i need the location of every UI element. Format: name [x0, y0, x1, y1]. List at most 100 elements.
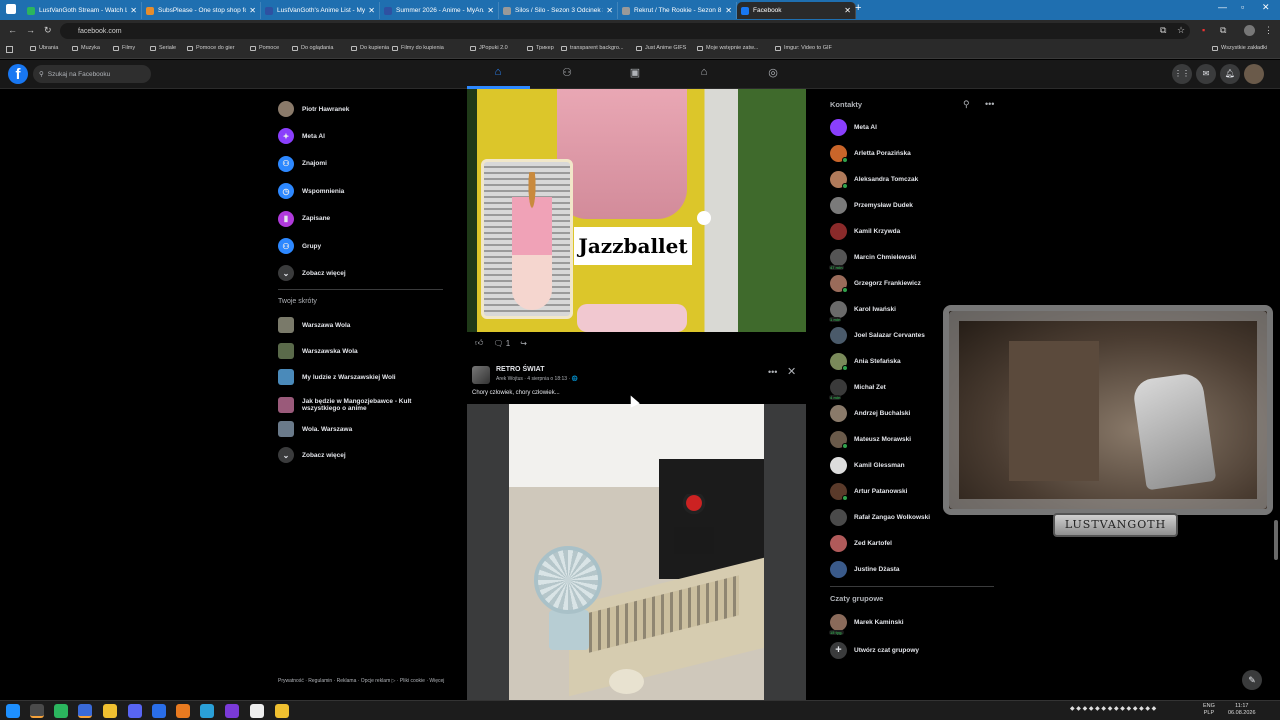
bookmark-item[interactable]: Filmy do kupienia [392, 45, 444, 51]
new-tab-button[interactable]: + [855, 2, 861, 14]
shortcut-item[interactable]: Wola. Warszawa [278, 418, 443, 440]
close-window-icon[interactable]: ✕ [1262, 2, 1270, 13]
shortcut-item[interactable]: Warszawska Wola [278, 340, 443, 362]
contacts-search-icon[interactable]: ⚲ [963, 99, 970, 110]
language-indicator[interactable]: ENG PLP [1203, 703, 1215, 717]
browser-tab[interactable]: LustVanGoth's Anime List - My... ✕ [261, 2, 380, 19]
contact-item[interactable]: Justine Dżasta [830, 558, 990, 580]
contact-item[interactable]: Arletta Porazińska [830, 142, 990, 164]
chrome-icon[interactable] [30, 704, 44, 718]
tab-close-icon[interactable]: ✕ [249, 6, 256, 15]
comment-icon[interactable]: 🗨︎ 1 [493, 339, 510, 348]
browser-tab[interactable]: Silos / Silo - Sezon 3 Odcinek 3... ✕ [499, 2, 618, 19]
contact-item[interactable]: Aleksandra Tomczak [830, 168, 990, 190]
group-chat-item[interactable]: 15 tyg. Marek Kaminski [829, 611, 990, 635]
discord-icon[interactable] [128, 704, 142, 718]
profile-icon[interactable] [1244, 25, 1255, 36]
tab-close-icon[interactable]: ✕ [725, 6, 732, 15]
home-icon[interactable]: ⌂ [489, 66, 507, 82]
friends-nav-icon[interactable]: ⚇ [558, 66, 576, 82]
bookmark-item[interactable]: Moje wstępnie zatw... [697, 45, 758, 51]
browser-tab[interactable]: Rekrut / The Rookie - Sezon 8 ... ✕ [618, 2, 737, 19]
clock[interactable]: 11:17 06.08.2026 [1228, 703, 1256, 717]
bookmark-item[interactable]: transparent backgro... [561, 45, 624, 51]
tab-close-icon[interactable]: ✕ [130, 6, 137, 15]
browser-tab[interactable]: LustVanGoth Stream - Watch L... ✕ [23, 2, 142, 19]
create-group-chat-button[interactable]: + Utwórz czat grupowy [830, 639, 990, 661]
browser-tab[interactable]: SubsPlease - One stop shop fo... ✕ [142, 2, 261, 19]
sidebar-item[interactable]: ▮ Zapisane [278, 208, 443, 230]
extensions-icon[interactable]: ⧉ [1220, 25, 1226, 36]
page-avatar[interactable] [472, 366, 490, 384]
notifications-icon[interactable]: 🔔︎ [1220, 64, 1240, 84]
bookmark-item[interactable]: Just Anime GIFS [636, 45, 686, 51]
contact-item[interactable]: Grzegorz Frankiewicz [830, 272, 990, 294]
explorer-icon[interactable] [275, 704, 289, 718]
app3-icon[interactable] [250, 704, 264, 718]
back-icon[interactable]: ← [8, 25, 17, 35]
contact-item[interactable]: Kamil Krzywda [830, 220, 990, 242]
bookmark-item[interactable]: Do kupienia [351, 45, 389, 51]
tab-close-icon[interactable]: ✕ [844, 6, 851, 15]
vlc-icon[interactable] [176, 704, 190, 718]
menu-grid-icon[interactable]: ⋮⋮ [1172, 64, 1192, 84]
bookmark-item[interactable]: Ubrania [30, 45, 58, 51]
obs-icon[interactable] [225, 704, 239, 718]
share-icon[interactable]: ↪ [520, 339, 527, 348]
contact-item[interactable]: 47 min Marcin Chmielewski [829, 246, 990, 270]
contact-item[interactable]: Meta AI [830, 116, 990, 138]
footer-links[interactable]: Prywatność · Regulamin · Reklama · Opcje… [278, 678, 448, 685]
bookmark-item[interactable]: JPopuki 2.0 [470, 45, 508, 51]
video-icon[interactable]: ▣ [626, 66, 644, 82]
messenger-icon[interactable]: ✉ [1196, 64, 1216, 84]
tab-close-icon[interactable]: ✕ [606, 6, 613, 15]
app2-icon[interactable] [152, 704, 166, 718]
app-icon[interactable] [54, 704, 68, 718]
like-icon[interactable]: 👍︎ [475, 338, 483, 348]
folder-taskbar-icon[interactable] [103, 704, 117, 718]
new-message-icon[interactable]: ✎ [1242, 670, 1262, 690]
gaming-icon[interactable]: ◎ [764, 66, 782, 82]
menu-icon[interactable]: ⋮ [1264, 25, 1273, 36]
sidebar-item[interactable]: ◷ Wspomnienia [278, 180, 443, 202]
bookmark-item[interactable]: Filmy [113, 45, 135, 51]
scrollbar-thumb[interactable] [1274, 520, 1278, 560]
bookmark-star-icon[interactable]: ☆ [1177, 25, 1185, 36]
sidebar-item[interactable]: ✦ Meta AI [278, 125, 443, 147]
bookmark-item[interactable]: Seriale [150, 45, 176, 51]
maximize-icon[interactable]: ▫ [1241, 2, 1244, 12]
tab-close-icon[interactable]: ✕ [368, 6, 375, 15]
more-options-icon[interactable]: ••• [768, 367, 777, 377]
bookmark-item[interactable]: Muzyka [72, 45, 100, 51]
browser-tab[interactable]: Facebook ✕ [737, 2, 856, 19]
facebook-logo-icon[interactable]: f [8, 64, 28, 84]
sidebar-item[interactable]: Piotr Hawranek [278, 98, 443, 120]
browser-icon[interactable] [78, 704, 92, 718]
account-avatar[interactable] [1244, 64, 1264, 84]
extension-icon[interactable]: ▪ [1202, 25, 1205, 35]
shortcut-item[interactable]: ⌄ Zobacz więcej [278, 444, 443, 466]
minimize-icon[interactable]: — [1218, 2, 1227, 12]
post-image-retro-computer[interactable] [509, 404, 764, 700]
bookmark-item[interactable]: Pomoce do gier [187, 45, 235, 51]
bookmark-item[interactable]: Pomoce [250, 45, 279, 51]
tab-close-icon[interactable]: ✕ [487, 6, 494, 15]
reload-icon[interactable]: ↻ [44, 25, 52, 36]
sidebar-item[interactable]: ⌄ Zobacz więcej [278, 262, 443, 284]
sidebar-item[interactable]: ⚇ Znajomi [278, 153, 443, 175]
contacts-more-icon[interactable]: ••• [985, 99, 994, 109]
tab-search-icon[interactable] [6, 4, 16, 14]
forward-icon[interactable]: → [26, 25, 35, 35]
bookmark-item[interactable]: Imgur: Video to GIF [775, 45, 832, 51]
install-icon[interactable]: ⧉ [1160, 25, 1166, 36]
bookmark-item[interactable]: Do oglądania [292, 45, 333, 51]
start-icon[interactable] [6, 704, 20, 718]
browser-tab[interactable]: Summer 2026 - Anime - MyAn... ✕ [380, 2, 499, 19]
sidebar-item[interactable]: ⚇ Grupy [278, 235, 443, 257]
post-meta[interactable]: Arek Wojtus · 4 sierpnia o 18:13 · 🌐 [496, 376, 578, 382]
shortcut-item[interactable]: Warszawa Wola [278, 314, 443, 336]
page-name[interactable]: RETRO ŚWIAT [496, 366, 544, 373]
post-image-jazzballet[interactable]: Jazzballet [467, 89, 806, 332]
facebook-search-input[interactable]: ⚲ Szukaj na Facebooku [33, 65, 151, 83]
shortcut-item[interactable]: Jak będzie w Mangozjebawce - Kult wszyst… [278, 392, 443, 418]
